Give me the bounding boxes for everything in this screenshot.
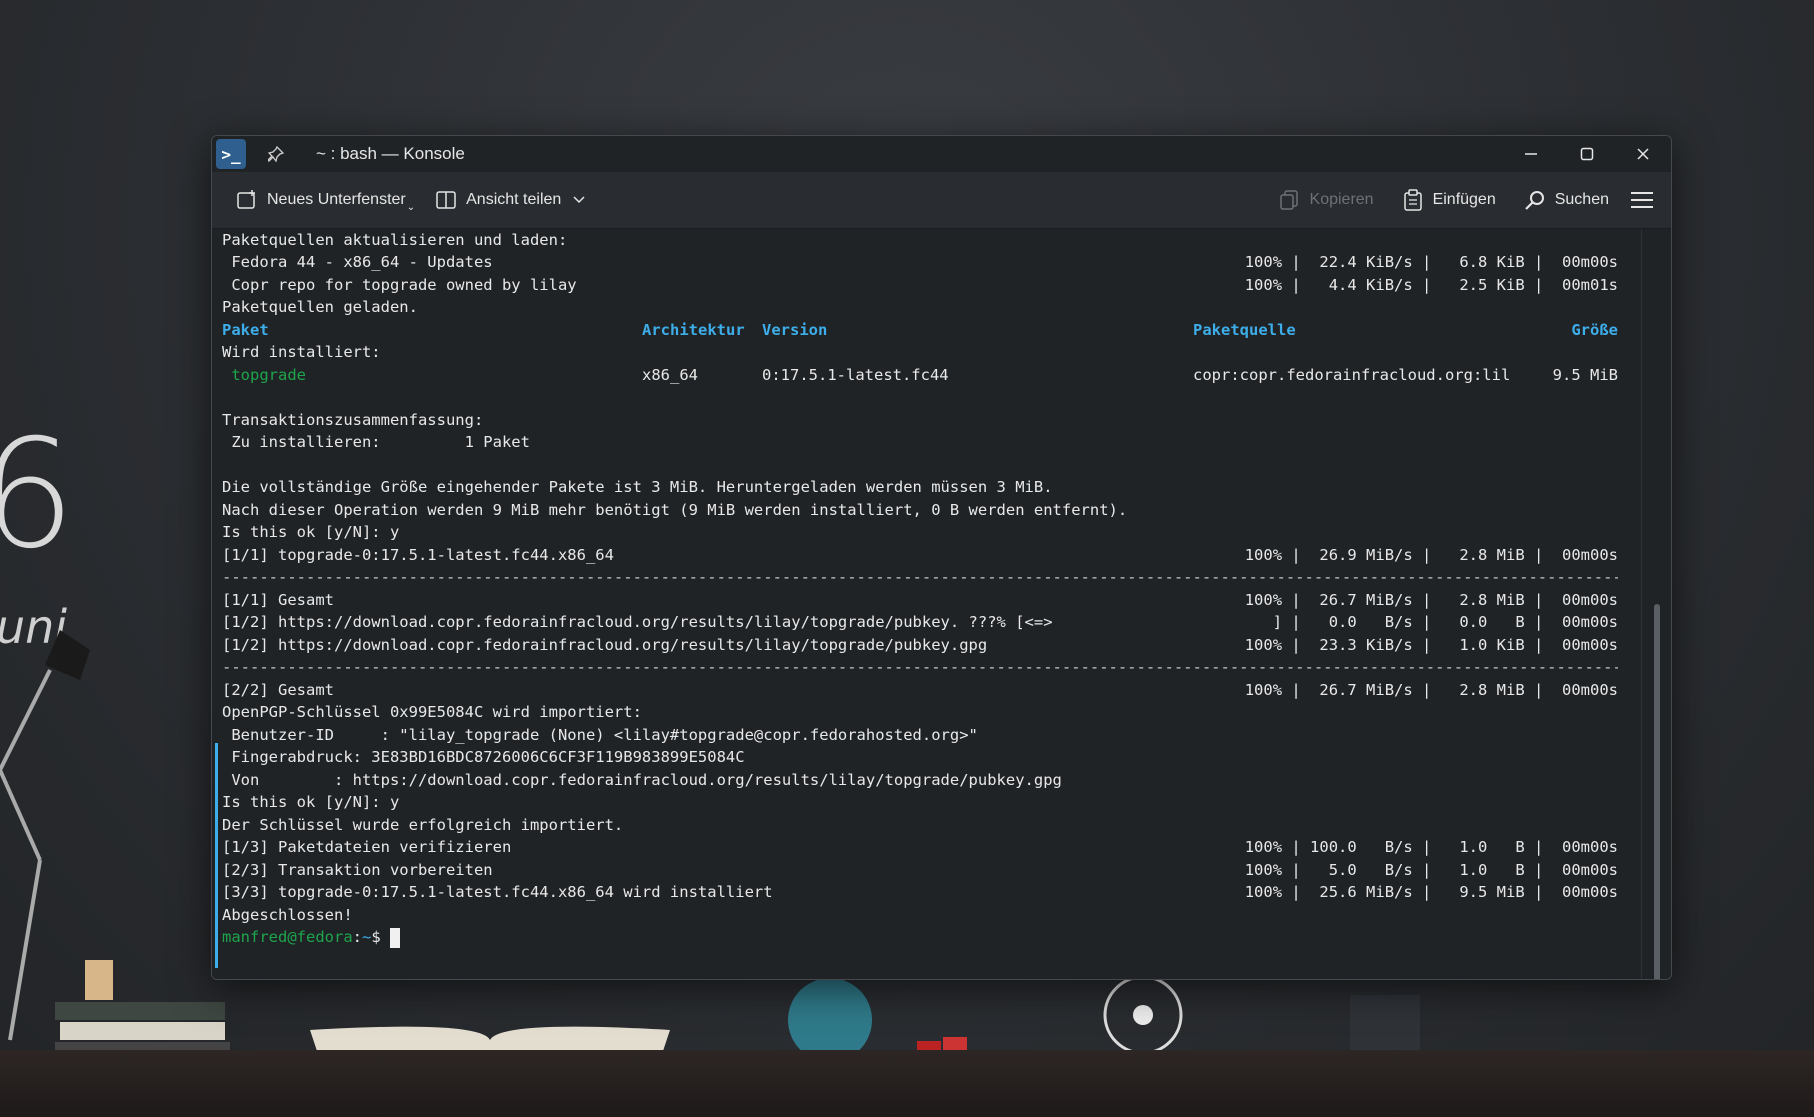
terminal-line: [1/1] topgrade-0:17.5.1-latest.fc44.x86_…	[222, 546, 614, 564]
new-tab-icon	[236, 189, 258, 211]
prompt-symbol: $	[371, 928, 391, 946]
find-button[interactable]: Suchen	[1516, 180, 1617, 220]
terminal-line: Is this ok [y/N]: y	[222, 793, 400, 811]
wallpaper-number: 6	[0, 408, 76, 582]
terminal-line: Nach dieser Operation werden 9 MiB mehr …	[222, 501, 1128, 519]
scrollbar-thumb[interactable]	[1654, 604, 1660, 979]
terminal-line: Paketquellen geladen.	[222, 298, 418, 316]
separator-line: ----------------------------------------…	[222, 568, 1618, 586]
new-tab-dropdown-icon[interactable]: ⌄	[407, 202, 415, 213]
terminal-line: [2/3] Transaktion vorbereiten	[222, 861, 493, 879]
paste-button[interactable]: Einfügen	[1394, 180, 1504, 220]
minimize-button[interactable]	[1503, 136, 1559, 172]
terminal-line-stats: 100% | 4.4 KiB/s | 2.5 KiB | 00m01s	[1244, 276, 1618, 294]
terminal-line: [3/3] topgrade-0:17.5.1-latest.fc44.x86_…	[222, 883, 773, 901]
split-view-button[interactable]: Ansicht teilen	[427, 180, 593, 220]
split-view-chevron-down-icon[interactable]	[573, 191, 585, 209]
paste-label: Einfügen	[1432, 191, 1496, 208]
table-header-package: Paket	[222, 321, 269, 339]
vertical-scrollbar[interactable]	[1641, 229, 1671, 979]
terminal-line: Benutzer-ID : "lilay_topgrade (None) <li…	[222, 726, 978, 744]
search-icon	[1524, 189, 1546, 211]
konsole-app-icon[interactable]: >_	[216, 139, 246, 169]
terminal-line: [1/1] Gesamt	[222, 591, 334, 609]
package-version: 0:17.5.1-latest.fc44	[762, 366, 949, 384]
paste-icon	[1402, 189, 1424, 211]
konsole-window: >_ ~ : bash — Konsole Neues Unterfenster…	[211, 135, 1672, 980]
title-bar[interactable]: >_ ~ : bash — Konsole	[212, 136, 1671, 172]
terminal-line: Fedora 44 - x86_64 - Updates	[222, 253, 493, 271]
terminal-line: [1/2] https://download.copr.fedorainfrac…	[222, 636, 988, 654]
terminal-line: Der Schlüssel wurde erfolgreich importie…	[222, 816, 624, 834]
table-header-architecture: Architektur	[642, 321, 745, 339]
main-toolbar: Neues Unterfenster ⌄ Ansicht teilen Kopi…	[212, 172, 1671, 229]
prompt-separator: :	[352, 928, 362, 946]
table-header-version: Version	[762, 321, 828, 339]
terminal-line: [1/2] https://download.copr.fedorainfrac…	[222, 613, 1053, 631]
hamburger-menu-icon[interactable]	[1631, 189, 1653, 211]
maximize-button[interactable]	[1559, 136, 1615, 172]
terminal-line-stats: 100% | 5.0 B/s | 1.0 B | 00m00s	[1244, 861, 1618, 879]
package-name: topgrade	[222, 366, 306, 384]
terminal-output[interactable]: Paketquellen aktualisieren und laden: Fe…	[212, 229, 1642, 979]
desk-surface	[0, 1050, 1814, 1117]
terminal-line: Is this ok [y/N]: y	[222, 523, 400, 541]
package-architecture: x86_64	[642, 366, 698, 384]
table-header-size: Größe	[1571, 321, 1618, 339]
new-tab-label: Neues Unterfenster	[267, 191, 406, 208]
terminal-line: Fingerabdruck: 3E83BD16BDC8726006C6CF3F1…	[222, 748, 745, 766]
terminal-line-stats: 100% | 26.7 MiB/s | 2.8 MiB | 00m00s	[1244, 591, 1618, 609]
terminal-line: Wird installiert:	[222, 343, 381, 361]
package-repository: copr:copr.fedorainfracloud.org:lil	[1193, 366, 1511, 384]
copy-icon	[1279, 189, 1301, 211]
terminal-line-stats: 100% | 26.7 MiB/s | 2.8 MiB | 00m00s	[1244, 681, 1618, 699]
package-size: 9.5 MiB	[1552, 366, 1618, 384]
selection-marker	[215, 743, 218, 968]
pin-icon[interactable]	[266, 144, 286, 164]
shell-prompt[interactable]: manfred@fedora:~$	[222, 926, 401, 948]
terminal-line: Die vollständige Größe eingehender Paket…	[222, 478, 1053, 496]
terminal-line: Paketquellen aktualisieren und laden:	[222, 231, 568, 249]
terminal-line-stats: 100% | 25.6 MiB/s | 9.5 MiB | 00m00s	[1244, 883, 1618, 901]
terminal-line-stats: 100% | 22.4 KiB/s | 6.8 KiB | 00m00s	[1244, 253, 1618, 271]
terminal-line: Von : https://download.copr.fedorainfrac…	[222, 771, 1062, 789]
terminal-line: Abgeschlossen!	[222, 906, 353, 924]
terminal-line-stats: 100% | 100.0 B/s | 1.0 B | 00m00s	[1244, 838, 1618, 856]
window-title: ~ : bash — Konsole	[316, 144, 465, 163]
new-tab-button[interactable]: Neues Unterfenster ⌄	[228, 180, 423, 220]
find-label: Suchen	[1554, 191, 1609, 208]
table-header-repository: Paketquelle	[1193, 321, 1296, 339]
terminal-line: Zu installieren: 1 Paket	[222, 433, 530, 451]
copy-label: Kopieren	[1309, 191, 1374, 208]
terminal-line: [1/3] Paketdateien verifizieren	[222, 838, 512, 856]
split-view-label: Ansicht teilen	[466, 191, 562, 208]
prompt-path: ~	[362, 928, 372, 946]
terminal-line: Transaktionszusammenfassung:	[222, 411, 484, 429]
copy-button[interactable]: Kopieren	[1271, 180, 1382, 220]
terminal-line: [2/2] Gesamt	[222, 681, 334, 699]
terminal-line-stats: 100% | 26.9 MiB/s | 2.8 MiB | 00m00s	[1244, 546, 1618, 564]
terminal-line-stats: ] | 0.0 B/s | 0.0 B | 00m00s	[1272, 613, 1618, 631]
terminal-line-stats: 100% | 23.3 KiB/s | 1.0 KiB | 00m00s	[1244, 636, 1618, 654]
terminal-line: OpenPGP-Schlüssel 0x99E5084C wird import…	[222, 703, 642, 721]
close-button[interactable]	[1615, 136, 1671, 172]
prompt-user-host: manfred@fedora	[222, 928, 353, 946]
text-cursor	[390, 927, 401, 948]
terminal-line: Copr repo for topgrade owned by lilay	[222, 276, 577, 294]
separator-line: ----------------------------------------…	[222, 658, 1618, 676]
split-view-icon	[435, 189, 457, 211]
